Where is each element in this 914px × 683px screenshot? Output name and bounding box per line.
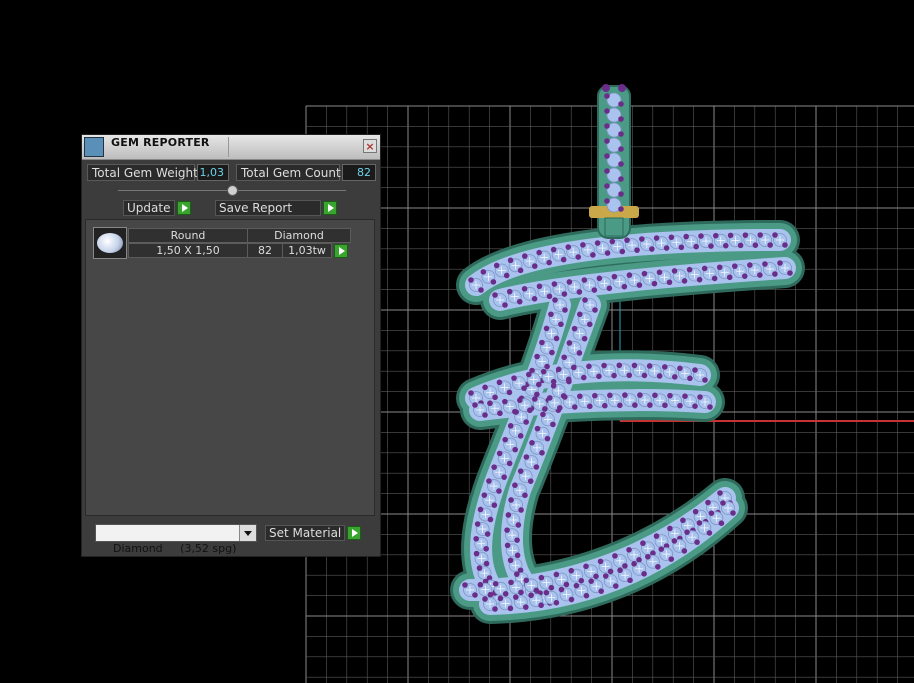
round-gem-icon (93, 227, 127, 259)
gem-shape-cell: Round (128, 228, 248, 243)
update-button[interactable]: Update (123, 200, 175, 216)
set-material-button[interactable]: Set Material (265, 525, 345, 541)
title-separator (228, 137, 229, 157)
gem-row-select-icon[interactable] (334, 244, 348, 258)
gem-count-cell: 82 (247, 243, 283, 258)
gem-material-cell: Diamond (247, 228, 351, 243)
material-select[interactable]: Diamond (3,52 spg) (95, 524, 257, 555)
save-report-button[interactable]: Save Report (215, 200, 321, 216)
splitter-handle[interactable] (227, 185, 238, 196)
update-play-icon[interactable] (177, 201, 191, 215)
gem-list[interactable]: Round Diamond 1,50 X 1,50 82 1,03tw (85, 219, 375, 516)
gem-reporter-panel: GEM REPORTER × Total Gem Weight 1,03 Tot… (81, 134, 381, 557)
total-gem-weight-label: Total Gem Weight (87, 164, 198, 181)
gem-size-cell: 1,50 X 1,50 (128, 243, 248, 258)
material-select-value: Diamond (3,52 spg) (113, 542, 237, 555)
total-gem-count-label: Total Gem Count (236, 164, 341, 181)
dropdown-arrow-icon[interactable] (239, 525, 256, 541)
total-gem-count-value: 82 (342, 164, 376, 181)
window-title: GEM REPORTER (111, 136, 210, 149)
set-material-play-icon[interactable] (347, 526, 361, 540)
save-report-play-icon[interactable] (323, 201, 337, 215)
total-gem-weight-value: 1,03 (197, 164, 229, 181)
title-bar[interactable]: GEM REPORTER × (82, 135, 380, 160)
close-icon[interactable]: × (363, 139, 377, 153)
gem-reporter-app-icon (84, 137, 104, 157)
gem-weight-cell: 1,03tw (282, 243, 332, 258)
